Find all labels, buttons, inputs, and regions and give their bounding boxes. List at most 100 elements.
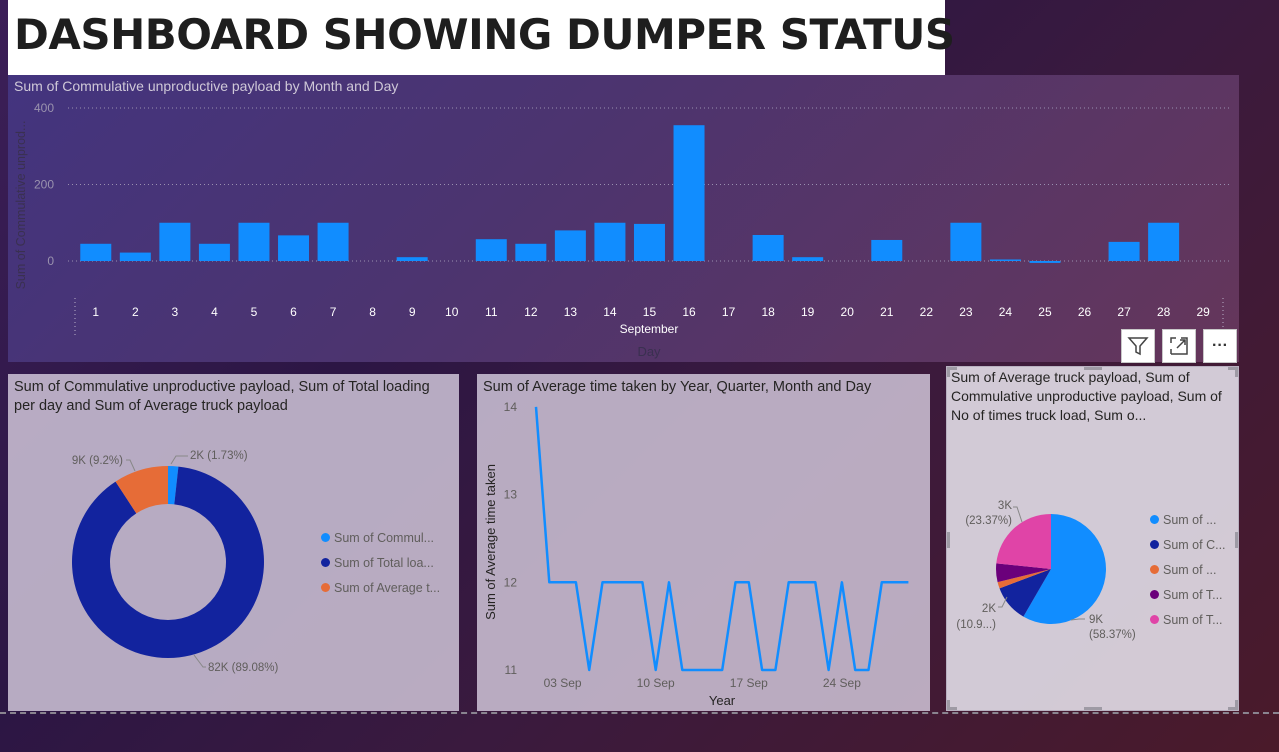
line-series bbox=[534, 406, 909, 672]
x-tick-label: 13 bbox=[564, 305, 578, 319]
x-axis-title: Day bbox=[637, 344, 661, 359]
data-label: 9K bbox=[1089, 614, 1103, 626]
x-tick-label: 28 bbox=[1157, 305, 1171, 319]
legend-dot bbox=[321, 583, 330, 592]
legend-label: Sum of ... bbox=[1163, 562, 1217, 577]
legend-dot bbox=[1150, 615, 1159, 624]
filter-button[interactable] bbox=[1121, 329, 1155, 363]
bar bbox=[80, 243, 112, 261]
x-axis-title: Year bbox=[709, 693, 736, 708]
data-label: (58.37%) bbox=[1089, 629, 1136, 641]
leader-line bbox=[1013, 506, 1023, 523]
bar-chart-visual[interactable]: Sum of Commulative unproductive payload … bbox=[8, 75, 1239, 362]
legend-label: Sum of Commul... bbox=[334, 530, 435, 545]
focus-mode-button[interactable] bbox=[1162, 329, 1196, 363]
bar bbox=[278, 235, 310, 261]
title-banner: DASHBOARD SHOWING DUMPER STATUS bbox=[8, 0, 955, 75]
x-group-label: September bbox=[620, 322, 679, 336]
pie-chart-visual[interactable]: Sum of Average truck payload, Sum of Com… bbox=[946, 366, 1239, 711]
x-tick-label: 14 bbox=[603, 305, 617, 319]
legend-item[interactable]: Sum of ... bbox=[1150, 507, 1226, 532]
bar bbox=[950, 222, 982, 261]
x-tick-label: 27 bbox=[1117, 305, 1131, 319]
bar bbox=[1029, 261, 1061, 263]
line-chart-visual[interactable]: Sum of Average time taken by Year, Quart… bbox=[477, 374, 930, 711]
x-tick-label: 24 Sep bbox=[823, 676, 861, 690]
y-tick-label: 200 bbox=[34, 178, 54, 192]
x-tick-label: 17 Sep bbox=[730, 676, 768, 690]
resize-handle[interactable] bbox=[1235, 700, 1238, 710]
leader-line bbox=[170, 455, 188, 465]
x-tick-label: 4 bbox=[211, 305, 218, 319]
legend-dot bbox=[321, 533, 330, 542]
legend-item[interactable]: Sum of Total loa... bbox=[321, 550, 440, 575]
y-axis-title: Sum of Commulative unprod... bbox=[14, 121, 28, 290]
resize-handle[interactable] bbox=[947, 532, 950, 548]
resize-handle[interactable] bbox=[1084, 707, 1102, 710]
x-tick-label: 25 bbox=[1038, 305, 1052, 319]
more-options-icon: ··· bbox=[1212, 337, 1228, 354]
legend-dot bbox=[1150, 565, 1159, 574]
resize-handle[interactable] bbox=[947, 700, 950, 710]
legend-label: Sum of T... bbox=[1163, 587, 1223, 602]
legend-item[interactable]: Sum of C... bbox=[1150, 532, 1226, 557]
x-tick-label: 12 bbox=[524, 305, 538, 319]
resize-handle[interactable] bbox=[1235, 532, 1238, 548]
bar bbox=[871, 239, 903, 261]
x-tick-label: 2 bbox=[132, 305, 139, 319]
pie-legend: Sum of ... Sum of C... Sum of ... Sum of… bbox=[1150, 507, 1226, 632]
bar bbox=[752, 234, 784, 261]
donut-chart-visual[interactable]: Sum of Commulative unproductive payload,… bbox=[8, 374, 459, 711]
y-tick-label: 14 bbox=[504, 400, 518, 414]
bar bbox=[673, 125, 705, 262]
y-axis-title: Sum of Average time taken bbox=[483, 464, 498, 620]
legend-item[interactable]: Sum of T... bbox=[1150, 607, 1226, 632]
bar bbox=[1148, 222, 1180, 261]
legend-item[interactable]: Sum of Average t... bbox=[321, 575, 440, 600]
x-tick-label: 15 bbox=[643, 305, 657, 319]
bar bbox=[792, 257, 824, 261]
x-tick-label: 29 bbox=[1196, 305, 1210, 319]
bar bbox=[119, 252, 151, 261]
bar bbox=[515, 243, 547, 261]
legend-label: Sum of ... bbox=[1163, 512, 1217, 527]
x-tick-label: 19 bbox=[801, 305, 815, 319]
donut-legend: Sum of Commul... Sum of Total loa... Sum… bbox=[321, 525, 440, 600]
resize-handle[interactable] bbox=[947, 367, 950, 377]
leader-line bbox=[126, 459, 136, 472]
x-tick-label: 18 bbox=[761, 305, 775, 319]
x-tick-label: 7 bbox=[330, 305, 337, 319]
legend-item[interactable]: Sum of ... bbox=[1150, 557, 1226, 582]
x-tick-label: 3 bbox=[172, 305, 179, 319]
legend-label: Sum of C... bbox=[1163, 537, 1226, 552]
data-label: 2K (1.73%) bbox=[190, 450, 248, 462]
more-options-button[interactable]: ··· bbox=[1203, 329, 1237, 363]
resize-handle[interactable] bbox=[1235, 367, 1238, 377]
legend-item[interactable]: Sum of T... bbox=[1150, 582, 1226, 607]
bar bbox=[633, 223, 665, 261]
legend-label: Sum of Average t... bbox=[334, 580, 441, 595]
page-title: DASHBOARD SHOWING DUMPER STATUS bbox=[14, 10, 955, 59]
bar bbox=[594, 222, 626, 261]
legend-label: Sum of Total loa... bbox=[334, 555, 434, 570]
bar bbox=[396, 257, 428, 261]
data-label: 2K bbox=[982, 603, 996, 615]
resize-handle[interactable] bbox=[1084, 367, 1102, 370]
legend-item[interactable]: Sum of Commul... bbox=[321, 525, 440, 550]
x-tick-label: 17 bbox=[722, 305, 736, 319]
y-tick-label: 12 bbox=[504, 575, 518, 589]
legend-dot bbox=[1150, 540, 1159, 549]
bar bbox=[159, 222, 191, 261]
legend-dot bbox=[321, 558, 330, 567]
bar bbox=[475, 239, 507, 261]
bar bbox=[989, 259, 1021, 261]
focus-mode-icon bbox=[1170, 337, 1188, 355]
y-tick-label: 13 bbox=[504, 488, 518, 502]
y-tick-label: 11 bbox=[505, 663, 518, 677]
data-label: 9K (9.2%) bbox=[72, 455, 123, 467]
x-tick-label: 1 bbox=[92, 305, 99, 319]
x-tick-label: 8 bbox=[369, 305, 376, 319]
line-chart-svg: 11 12 13 14 03 Sep 10 Sep 17 Sep 24 Sep Year Sum … bbox=[483, 400, 909, 708]
y-tick-label: 0 bbox=[47, 254, 54, 268]
bar bbox=[1108, 241, 1140, 261]
